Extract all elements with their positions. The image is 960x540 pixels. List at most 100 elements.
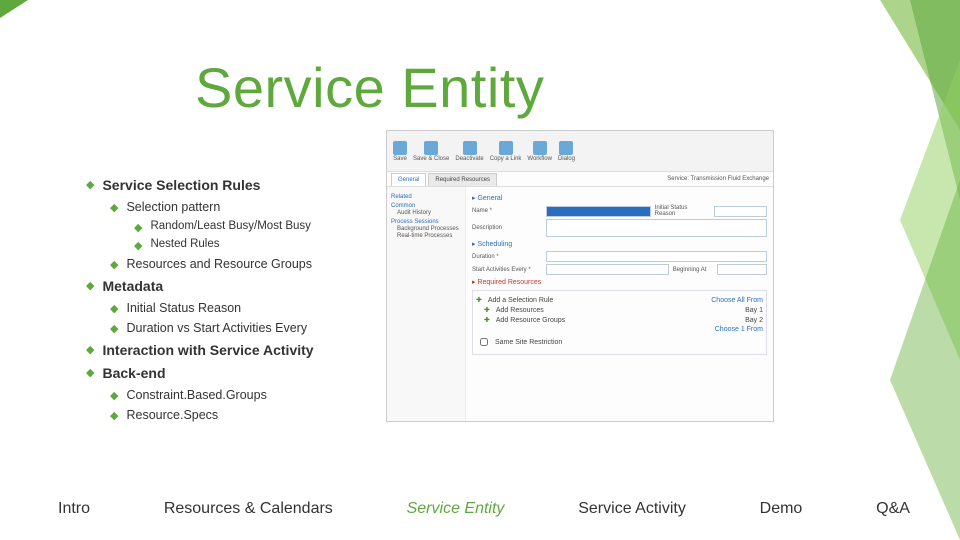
tab-required-resources: Required Resources xyxy=(428,173,497,186)
bullet-text: Random/Least Busy/Most Busy xyxy=(150,219,310,235)
bullet-icon: ◆ xyxy=(86,343,94,357)
resource-item: Bay 2 xyxy=(745,317,763,324)
section-nav: Intro Resources & Calendars Service Enti… xyxy=(58,500,910,518)
nav-resources-calendars: Resources & Calendars xyxy=(164,500,333,518)
nav-demo: Demo xyxy=(760,500,803,518)
link-text: Add Resource Groups xyxy=(496,317,565,324)
bullet-text: Resources and Resource Groups xyxy=(126,256,312,273)
link-text: Add a Selection Rule xyxy=(488,297,553,304)
resource-row: Choose 1 From xyxy=(476,326,763,333)
resource-row: ✚Add ResourcesBay 1 xyxy=(484,306,763,314)
sidebar-item: Real-time Processes xyxy=(397,233,461,239)
ribbon: Save Save & Close Deactivate Copy a Link… xyxy=(387,131,773,172)
ribbon-button: Dialog xyxy=(558,141,575,162)
bullet-l1: ◆ Metadata xyxy=(86,277,386,296)
section-heading: ▸ General xyxy=(472,194,767,202)
ribbon-label: Save xyxy=(393,156,407,162)
resource-row: ✚Add a Selection RuleChoose All From xyxy=(476,296,763,304)
panel-heading: Choose 1 From xyxy=(715,326,763,333)
bullet-l1: ◆ Interaction with Service Activity xyxy=(86,341,386,360)
dialog-icon xyxy=(559,141,573,155)
bullet-icon: ◆ xyxy=(110,201,118,215)
bullet-icon: ◆ xyxy=(110,302,118,316)
field-value xyxy=(546,219,767,237)
ribbon-button: Save & Close xyxy=(413,141,449,162)
bullet-l1: ◆ Service Selection Rules xyxy=(86,176,386,195)
nav-service-activity: Service Activity xyxy=(578,500,686,518)
bullet-l2: ◆ Selection pattern xyxy=(110,199,386,216)
bullet-text: Selection pattern xyxy=(126,199,220,216)
bullet-l1: ◆Back-end xyxy=(86,364,386,383)
bullet-icon: ◆ xyxy=(110,322,118,336)
sidebar-heading: Related xyxy=(391,194,461,200)
section-heading: ▸ Scheduling xyxy=(472,240,767,248)
section-heading: ▸ Required Resources xyxy=(472,278,767,286)
sidebar-heading: Common xyxy=(391,203,461,209)
heading-text: Scheduling xyxy=(477,241,512,248)
field-value xyxy=(546,206,651,217)
save-icon xyxy=(393,141,407,155)
form-body: Related Common Audit History Process Ses… xyxy=(387,187,773,422)
nav-qa: Q&A xyxy=(876,500,910,518)
nav-service-entity: Service Entity xyxy=(407,500,505,518)
bullet-text: Metadata xyxy=(102,277,163,296)
bullet-text: Nested Rules xyxy=(150,237,219,253)
field-value xyxy=(546,264,669,275)
field-label: Duration * xyxy=(472,254,542,260)
ribbon-button: Deactivate xyxy=(455,141,483,162)
bullet-l3: ◆ Nested Rules xyxy=(134,237,386,253)
bullet-l2: ◆Constraint.Based.Groups xyxy=(110,387,386,404)
bullet-text: Back-end xyxy=(102,364,165,383)
nav-intro: Intro xyxy=(58,500,90,518)
field-value xyxy=(546,251,767,262)
link-icon xyxy=(499,141,513,155)
heading-text: Required Resources xyxy=(477,279,541,286)
field-row: Description xyxy=(472,219,767,237)
bullet-text: Service Selection Rules xyxy=(102,176,260,195)
link-text: Add Resources xyxy=(496,307,544,314)
bullet-text: Interaction with Service Activity xyxy=(102,341,313,360)
field-value xyxy=(714,206,767,217)
bullet-text: Resource.Specs xyxy=(126,407,218,424)
sidebar-item: Audit History xyxy=(397,210,461,216)
deactivate-icon xyxy=(463,141,477,155)
bullet-l3: ◆ Random/Least Busy/Most Busy xyxy=(134,219,386,235)
bullet-icon: ◆ xyxy=(86,178,94,192)
ribbon-label: Dialog xyxy=(558,156,575,162)
bullet-icon: ◆ xyxy=(86,279,94,293)
field-label: Initial Status Reason xyxy=(655,205,710,217)
panel-heading: Choose All From xyxy=(711,297,763,304)
form-main: ▸ General Name *Initial Status Reason De… xyxy=(466,187,773,422)
bullet-icon: ◆ xyxy=(110,389,118,403)
sidebar-item: Background Processes xyxy=(397,226,461,232)
save-close-icon xyxy=(424,141,438,155)
field-row: Duration * xyxy=(472,251,767,262)
bullet-icon: ◆ xyxy=(134,221,142,235)
ribbon-button: Workflow xyxy=(527,141,552,162)
field-row: Name *Initial Status Reason xyxy=(472,205,767,217)
deco-triangles-right xyxy=(840,0,960,540)
resource-row: ✚ Add Resource Groups Bay 2 xyxy=(484,316,763,324)
field-label: Description xyxy=(472,225,542,231)
bullet-l2: ◆ Resource.Specs xyxy=(110,407,386,424)
ribbon-label: Deactivate xyxy=(455,156,483,162)
checkbox-label: Same Site Restriction xyxy=(495,339,562,346)
bullet-icon: ◆ xyxy=(110,258,118,272)
field-label: Start Activities Every * xyxy=(472,267,542,273)
ribbon-label: Copy a Link xyxy=(490,156,522,162)
bullet-text: Initial Status Reason xyxy=(126,300,241,317)
checkbox-samesite xyxy=(480,338,488,346)
plus-icon: ✚ xyxy=(484,306,490,314)
sidebar-heading: Process Sessions xyxy=(391,219,461,225)
bullet-icon: ◆ xyxy=(110,409,118,423)
workflow-icon xyxy=(533,141,547,155)
form-tabs: General Required Resources Service: Tran… xyxy=(387,172,773,187)
form-header: Service: Transmission Fluid Exchange xyxy=(667,176,773,182)
outline: ◆ Service Selection Rules ◆ Selection patt… xyxy=(86,172,386,426)
plus-icon: ✚ xyxy=(484,316,490,324)
bullet-icon: ◆ xyxy=(134,239,142,253)
bullet-text: Duration vs Start Activities Every xyxy=(126,320,307,337)
field-label: Beginning At xyxy=(673,267,713,273)
tab-general: General xyxy=(391,173,426,186)
heading-text: General xyxy=(477,195,502,202)
